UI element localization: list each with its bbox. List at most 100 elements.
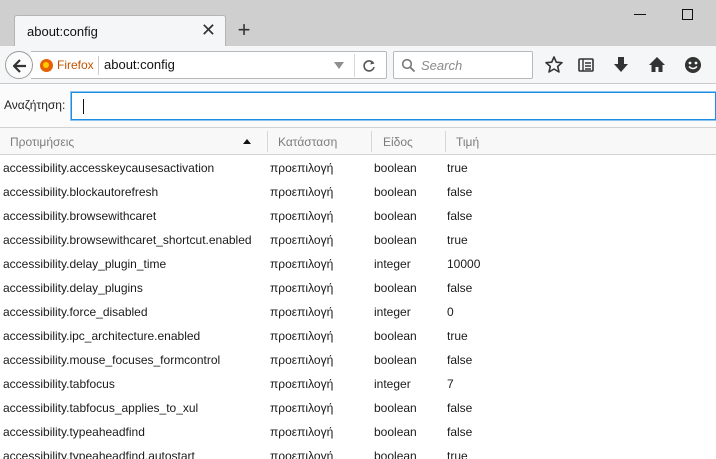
- close-tab-icon[interactable]: ✕: [201, 20, 216, 40]
- table-row[interactable]: accessibility.typeaheadfind προεπιλογή boo…: [0, 420, 716, 444]
- pref-type: boolean: [374, 449, 417, 459]
- pref-type: boolean: [374, 185, 417, 199]
- table-row[interactable]: accessibility.delay_plugins προεπιλογή boo…: [0, 276, 716, 300]
- home-icon[interactable]: [647, 55, 667, 75]
- minimize-window-icon[interactable]: [634, 14, 646, 15]
- pref-name: accessibility.blockautorefresh: [3, 185, 159, 199]
- pref-type: boolean: [374, 329, 417, 343]
- pref-value: false: [447, 401, 473, 415]
- pref-type: boolean: [374, 353, 417, 367]
- navigation-toolbar: Firefox about:config Search: [0, 46, 716, 84]
- pref-type: boolean: [374, 161, 417, 175]
- filter-label: Αναζήτηση:: [4, 98, 66, 112]
- reload-icon[interactable]: [361, 58, 377, 77]
- table-row[interactable]: accessibility.ipc_architecture.enabled πρ…: [0, 324, 716, 348]
- url-text[interactable]: about:config: [104, 57, 175, 72]
- downloads-icon[interactable]: [611, 55, 631, 75]
- firefox-logo-icon[interactable]: [40, 59, 53, 72]
- pref-status: προεπιλογή: [270, 329, 334, 343]
- pref-name: accessibility.typeaheadfind: [3, 425, 145, 439]
- preferences-table[interactable]: Προτιμήσεις Κατάσταση Είδος Τιμή accessi…: [0, 127, 716, 459]
- table-row[interactable]: accessibility.force_disabled προεπιλογή in…: [0, 300, 716, 324]
- config-filter-row: Αναζήτηση:: [0, 85, 716, 127]
- table-row[interactable]: accessibility.browsewithcaret προεπιλογή b…: [0, 204, 716, 228]
- pref-status: προεπιλογή: [270, 377, 334, 391]
- column-divider[interactable]: [445, 131, 446, 152]
- tab-title: about:config: [27, 24, 98, 39]
- pref-value: true: [447, 161, 468, 175]
- pref-value: false: [447, 353, 473, 367]
- pref-value: false: [447, 425, 473, 439]
- reading-list-icon[interactable]: [576, 55, 596, 75]
- maximize-window-icon[interactable]: [682, 9, 693, 20]
- smiley-feedback-icon[interactable]: [683, 55, 703, 75]
- pref-name: accessibility.ipc_architecture.enabled: [3, 329, 201, 343]
- table-row[interactable]: accessibility.tabfocus προεπιλογή integer 7: [0, 372, 716, 396]
- config-search-input[interactable]: [71, 92, 716, 120]
- pref-name: accessibility.browsewithcaret_shortcut.e…: [3, 233, 252, 247]
- search-icon: [401, 58, 416, 76]
- bookmark-star-icon[interactable]: [544, 55, 564, 75]
- table-row[interactable]: accessibility.blockautorefresh προεπιλογή…: [0, 180, 716, 204]
- search-bar[interactable]: Search: [393, 51, 533, 79]
- column-header-type[interactable]: Είδος: [383, 135, 413, 149]
- pref-value: true: [447, 233, 468, 247]
- column-header-name[interactable]: Προτιμήσεις: [10, 135, 74, 149]
- column-divider[interactable]: [267, 131, 268, 152]
- identity-label[interactable]: Firefox: [57, 58, 94, 72]
- column-divider[interactable]: [371, 131, 372, 152]
- pref-status: προεπιλογή: [270, 233, 334, 247]
- pref-name: accessibility.typeaheadfind.autostart: [3, 449, 195, 459]
- pref-status: προεπιλογή: [270, 305, 334, 319]
- table-row[interactable]: accessibility.delay_plugin_time προεπιλογ…: [0, 252, 716, 276]
- url-bar[interactable]: Firefox about:config: [31, 51, 387, 79]
- url-separator: [98, 56, 99, 75]
- table-row[interactable]: accessibility.mouse_focuses_formcontrol π…: [0, 348, 716, 372]
- pref-status: προεπιλογή: [270, 401, 334, 415]
- table-row[interactable]: accessibility.browsewithcaret_shortcut.e…: [0, 228, 716, 252]
- back-button[interactable]: [5, 51, 33, 79]
- pref-type: integer: [374, 377, 411, 391]
- column-header-value[interactable]: Τιμή: [456, 135, 479, 149]
- history-dropdown-icon[interactable]: [334, 62, 344, 69]
- search-placeholder: Search: [421, 58, 463, 73]
- pref-value: 10000: [447, 257, 481, 271]
- pref-type: boolean: [374, 233, 417, 247]
- pref-type: boolean: [374, 281, 417, 295]
- url-divider: [354, 54, 355, 77]
- tab-about-config[interactable]: about:config ✕: [14, 15, 226, 46]
- pref-type: integer: [374, 305, 411, 319]
- table-row[interactable]: accessibility.accesskeycausesactivation π…: [0, 156, 716, 180]
- pref-value: true: [447, 449, 468, 459]
- table-body: accessibility.accesskeycausesactivation π…: [0, 156, 716, 459]
- pref-type: integer: [374, 257, 411, 271]
- pref-status: προεπιλογή: [270, 425, 334, 439]
- pref-name: accessibility.delay_plugin_time: [3, 257, 167, 271]
- pref-name: accessibility.accesskeycausesactivation: [3, 161, 215, 175]
- table-row[interactable]: accessibility.tabfocus_applies_to_xul προ…: [0, 396, 716, 420]
- column-header-status[interactable]: Κατάσταση: [278, 135, 337, 149]
- pref-status: προεπιλογή: [270, 209, 334, 223]
- pref-value: false: [447, 209, 473, 223]
- table-header: Προτιμήσεις Κατάσταση Είδος Τιμή: [0, 127, 716, 155]
- pref-name: accessibility.tabfocus_applies_to_xul: [3, 401, 199, 415]
- pref-status: προεπιλογή: [270, 449, 334, 459]
- pref-name: accessibility.tabfocus: [3, 377, 115, 391]
- table-row[interactable]: accessibility.typeaheadfind.autostart προ…: [0, 444, 716, 459]
- pref-value: true: [447, 329, 468, 343]
- pref-value: 7: [447, 377, 454, 391]
- new-tab-button[interactable]: +: [234, 19, 254, 43]
- pref-name: accessibility.delay_plugins: [3, 281, 143, 295]
- pref-type: boolean: [374, 425, 417, 439]
- sort-ascending-icon: [243, 139, 251, 144]
- back-arrow-icon: [12, 59, 26, 73]
- pref-type: boolean: [374, 209, 417, 223]
- pref-status: προεπιλογή: [270, 161, 334, 175]
- pref-status: προεπιλογή: [270, 281, 334, 295]
- pref-value: 0: [447, 305, 454, 319]
- pref-status: προεπιλογή: [270, 353, 334, 367]
- pref-name: accessibility.browsewithcaret: [3, 209, 157, 223]
- pref-name: accessibility.mouse_focuses_formcontrol: [3, 353, 221, 367]
- tab-strip: about:config ✕ +: [0, 0, 716, 46]
- pref-name: accessibility.force_disabled: [3, 305, 148, 319]
